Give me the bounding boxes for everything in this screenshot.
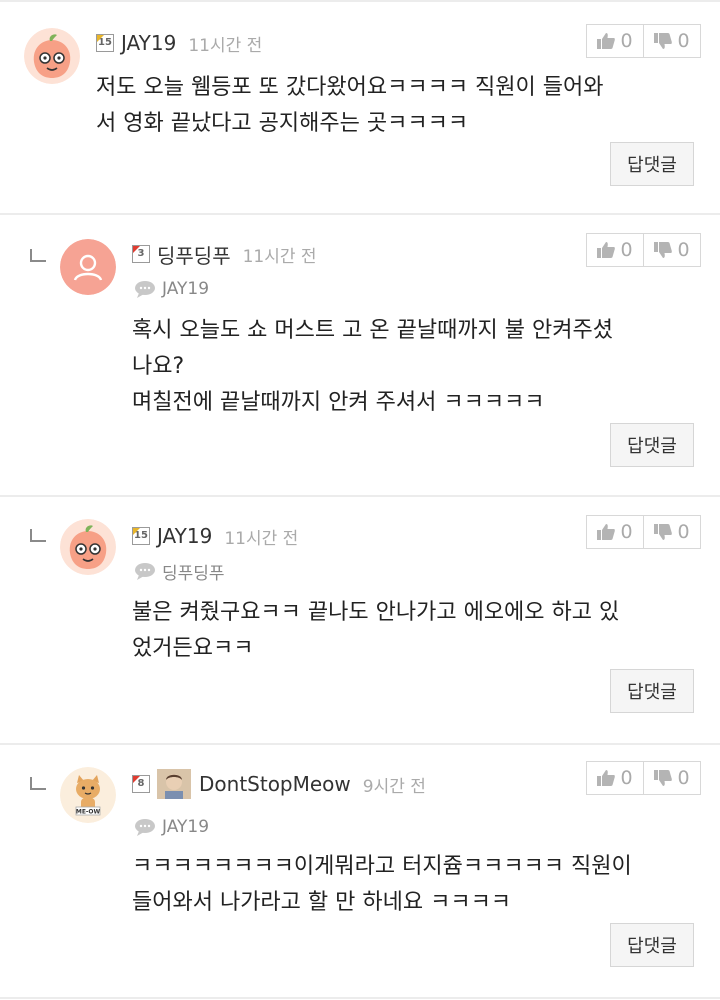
reply-indent-icon (30, 529, 46, 542)
dislike-count: 0 (677, 767, 690, 789)
comment-line: 었거든요ㅋㅋ (132, 636, 254, 661)
comment-meta: 8 DontStopMeow 9시간 전 (132, 769, 426, 799)
reply-indent-icon (30, 249, 46, 262)
peach-avatar-icon (60, 519, 116, 575)
thumbs-down-icon (654, 242, 673, 258)
timestamp: 11시간 전 (188, 35, 263, 56)
author-name[interactable]: JAY19 (121, 31, 176, 55)
thumbs-up-icon (597, 242, 616, 258)
vote-box: 0 0 (586, 233, 701, 267)
level-badge: 15 (132, 527, 150, 545)
avatar[interactable] (60, 519, 116, 575)
comment: 3 딩푸딩푸 11시간 전 JAY19 0 0 혹시 오늘도 쇼 머스트 고 온… (0, 215, 720, 495)
speech-bubble-icon (135, 819, 155, 836)
comment-thread: 15 JAY19 11시간 전 0 0 저도 오늘 웸등포 또 갔다왔어요ㅋㅋㅋ… (0, 0, 720, 1000)
like-count: 0 (620, 767, 633, 789)
profile-photo-icon (157, 769, 191, 799)
like-button[interactable]: 0 (587, 25, 643, 57)
level-badge: 8 (132, 775, 150, 793)
speech-bubble-icon (135, 563, 155, 580)
cat-sticker-icon: ME-OW (60, 767, 116, 823)
comment-line: ㅋㅋㅋㅋㅋㅋㅋㅋ이게뭐라고 터지쥼ㅋㅋㅋㅋㅋ 직원이 (132, 854, 632, 879)
comment-line: 들어와서 나가라고 할 만 하네요 ㅋㅋㅋㅋ (132, 890, 512, 915)
reply-button[interactable]: 답댓글 (610, 423, 694, 467)
comment-meta: 15 JAY19 11시간 전 (132, 521, 298, 551)
comment: ME-OW 8 DontStopMeow 9시간 전 JAY19 0 0 ㅋㅋㅋ… (0, 745, 720, 998)
like-button[interactable]: 0 (587, 516, 643, 548)
thumbs-up-icon (597, 33, 616, 49)
author-name[interactable]: JAY19 (157, 524, 212, 548)
reply-to-author[interactable]: JAY19 (162, 817, 209, 837)
thumbs-down-icon (654, 770, 673, 786)
dislike-count: 0 (677, 521, 690, 543)
dislike-button[interactable]: 0 (643, 516, 700, 548)
reply-button[interactable]: 답댓글 (610, 142, 694, 186)
comment-body: 저도 오늘 웸등포 또 갔다왔어요ㅋㅋㅋㅋ 직원이 들어와 서 영화 끝났다고 … (96, 70, 696, 142)
comment-body: ㅋㅋㅋㅋㅋㅋㅋㅋ이게뭐라고 터지쥼ㅋㅋㅋㅋㅋ 직원이 들어와서 나가라고 할 만… (132, 849, 702, 921)
like-count: 0 (620, 521, 633, 543)
timestamp: 11시간 전 (224, 528, 299, 549)
reply-button[interactable]: 답댓글 (610, 923, 694, 967)
comment-line: 저도 오늘 웸등포 또 갔다왔어요ㅋㅋㅋㅋ 직원이 들어와 (96, 75, 604, 100)
thumbs-up-icon (597, 524, 616, 540)
author-name[interactable]: DontStopMeow (199, 772, 351, 796)
comment-body: 불은 켜줬구요ㅋㅋ 끝나도 안나가고 에오에오 하고 있 었거든요ㅋㅋ (132, 595, 702, 667)
timestamp: 11시간 전 (242, 246, 317, 267)
comment-meta: 15 JAY19 11시간 전 (96, 28, 262, 58)
comment-line: 서 영화 끝났다고 공지해주는 곳ㅋㅋㅋㅋ (96, 111, 469, 136)
author-name[interactable]: 딩푸딩푸 (157, 240, 231, 269)
like-count: 0 (620, 239, 633, 261)
reply-button[interactable]: 답댓글 (610, 669, 694, 713)
avatar[interactable] (24, 28, 80, 84)
like-button[interactable]: 0 (587, 762, 643, 794)
speech-bubble-icon (135, 281, 155, 298)
reply-to-author[interactable]: JAY19 (162, 279, 209, 299)
vote-box: 0 0 (586, 515, 701, 549)
default-user-icon (60, 239, 116, 295)
thumbs-down-icon (654, 33, 673, 49)
divider (0, 997, 720, 999)
reply-to: JAY19 (134, 815, 209, 839)
dislike-button[interactable]: 0 (643, 25, 700, 57)
dislike-button[interactable]: 0 (643, 762, 700, 794)
like-count: 0 (620, 30, 633, 52)
profile-thumbnail (157, 769, 191, 799)
comment-line: 혹시 오늘도 쇼 머스트 고 온 끝날때까지 불 안켜주셨 (132, 318, 613, 343)
comment-line: 나요? (132, 354, 185, 379)
comment: 15 JAY19 11시간 전 0 0 저도 오늘 웸등포 또 갔다왔어요ㅋㅋㅋ… (0, 2, 720, 214)
dislike-button[interactable]: 0 (643, 234, 700, 266)
comment-meta: 3 딩푸딩푸 11시간 전 (132, 239, 317, 269)
reply-to: JAY19 (134, 277, 209, 301)
dislike-count: 0 (677, 30, 690, 52)
comment-line: 불은 켜줬구요ㅋㅋ 끝나도 안나가고 에오에오 하고 있 (132, 600, 620, 625)
vote-box: 0 0 (586, 24, 701, 58)
thumbs-up-icon (597, 770, 616, 786)
comment: 15 JAY19 11시간 전 딩푸딩푸 0 0 불은 켜줬구요ㅋㅋ 끝나도 안… (0, 497, 720, 743)
reply-to: 딩푸딩푸 (134, 559, 225, 584)
peach-avatar-icon (24, 28, 80, 84)
dislike-count: 0 (677, 239, 690, 261)
thumbs-down-icon (654, 524, 673, 540)
avatar[interactable] (60, 239, 116, 295)
reply-indent-icon (30, 777, 46, 790)
like-button[interactable]: 0 (587, 234, 643, 266)
svg-text:ME-OW: ME-OW (76, 809, 101, 816)
level-badge: 15 (96, 34, 114, 52)
level-badge: 3 (132, 245, 150, 263)
avatar[interactable]: ME-OW (60, 767, 116, 823)
reply-to-author[interactable]: 딩푸딩푸 (162, 559, 225, 584)
comment-line: 며칠전에 끝날때까지 안켜 주셔서 ㅋㅋㅋㅋㅋ (132, 390, 545, 415)
vote-box: 0 0 (586, 761, 701, 795)
comment-body: 혹시 오늘도 쇼 머스트 고 온 끝날때까지 불 안켜주셨 나요? 며칠전에 끝… (132, 313, 702, 421)
timestamp: 9시간 전 (362, 776, 426, 797)
